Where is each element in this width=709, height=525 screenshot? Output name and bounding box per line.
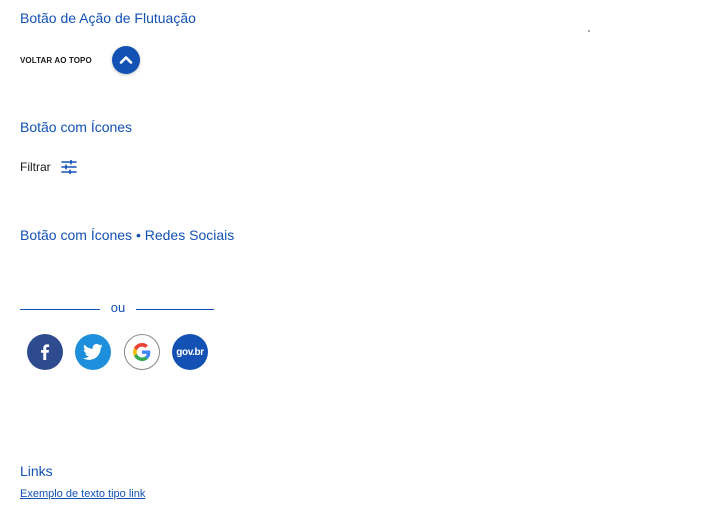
facebook-button[interactable]: [27, 334, 63, 370]
back-to-top-row: VOLTAR AO TOPO: [20, 46, 140, 74]
twitter-icon: [83, 343, 103, 360]
example-link[interactable]: Exemplo de texto tipo link: [20, 488, 145, 500]
divider-line-left: [20, 309, 100, 310]
fab-section-title: Botão de Ação de Flutuação: [20, 10, 196, 26]
divider-line-right: [136, 309, 214, 310]
icon-button-section-title: Botão com Ícones: [20, 119, 133, 135]
back-to-top-label: VOLTAR AO TOPO: [20, 55, 92, 65]
filter-button-label: Filtrar: [20, 160, 51, 174]
govbr-icon: gov.br: [176, 346, 204, 358]
links-section-title: Links: [20, 463, 53, 479]
facebook-icon: [41, 344, 50, 360]
stray-dot: [588, 30, 590, 32]
chevron-up-icon: [119, 56, 133, 64]
govbr-button[interactable]: gov.br: [172, 334, 208, 370]
page: Botão de Ação de Flutuação VOLTAR AO TOP…: [0, 0, 709, 525]
google-button[interactable]: [124, 334, 160, 370]
social-section-title: Botão com Ícones • Redes Sociais: [20, 227, 235, 243]
filter-button[interactable]: Filtrar: [20, 157, 77, 177]
twitter-button[interactable]: [75, 334, 111, 370]
back-to-top-button[interactable]: [112, 46, 140, 74]
or-divider-text: ou: [110, 300, 126, 315]
google-icon: [133, 343, 151, 361]
sliders-icon: [60, 160, 77, 174]
